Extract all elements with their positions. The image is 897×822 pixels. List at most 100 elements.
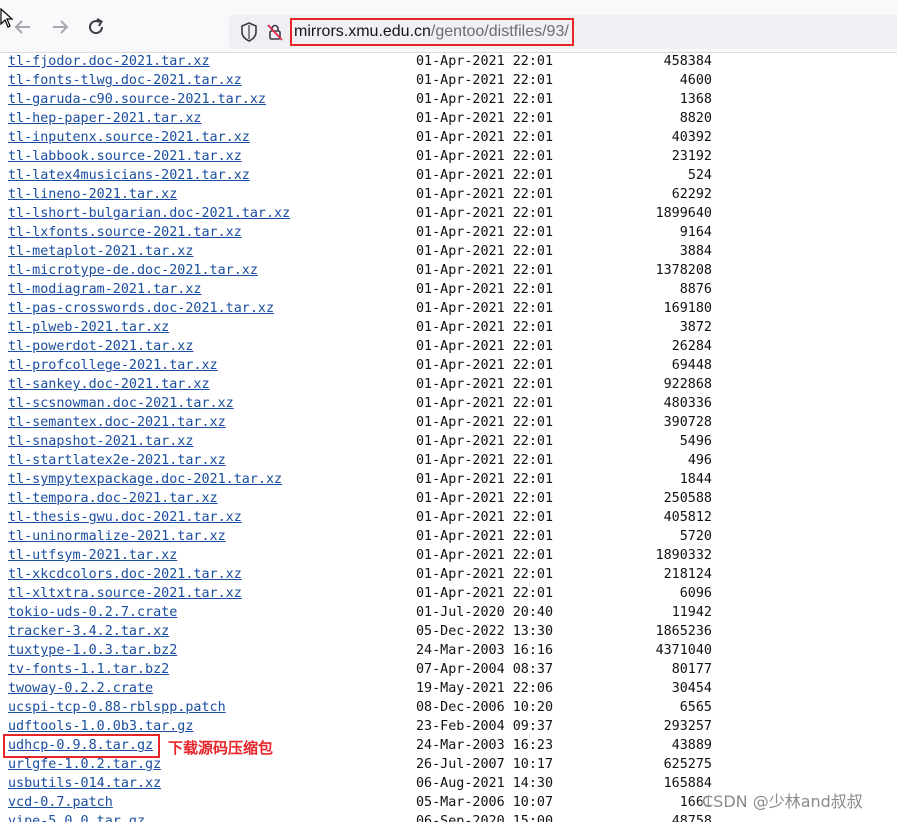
file-link[interactable]: tl-utfsym-2021.tar.xz <box>8 546 177 565</box>
file-date: 01-Apr-2021 22:01 <box>416 263 554 278</box>
table-row: tl-scsnowman.doc-2021.tar.xz 01-Apr-2021 … <box>0 394 897 413</box>
file-date: 01-Apr-2021 22:01 <box>416 225 554 240</box>
file-date: 06-Aug-2021 14:30 <box>416 776 554 791</box>
file-size: 43889 <box>671 738 712 753</box>
file-link[interactable]: tokio-uds-0.2.7.crate <box>8 603 177 622</box>
table-row: tl-garuda-c90.source-2021.tar.xz 01-Apr-2… <box>0 90 897 109</box>
file-date: 01-Apr-2021 22:01 <box>416 453 554 468</box>
file-link[interactable]: tl-snapshot-2021.tar.xz <box>8 432 193 451</box>
file-date: 23-Feb-2004 09:37 <box>416 719 554 734</box>
file-link[interactable]: tl-semantex.doc-2021.tar.xz <box>8 413 226 432</box>
file-date: 01-Apr-2021 22:01 <box>416 244 554 259</box>
file-size: 8876 <box>679 282 712 297</box>
file-size: 496 <box>687 453 712 468</box>
file-date: 24-Mar-2003 16:23 <box>416 738 554 753</box>
file-link[interactable]: tl-garuda-c90.source-2021.tar.xz <box>8 90 266 109</box>
file-link[interactable]: usbutils-014.tar.xz <box>8 774 161 793</box>
file-link[interactable]: tl-latex4musicians-2021.tar.xz <box>8 166 250 185</box>
file-size: 524 <box>687 168 712 183</box>
table-row: tl-powerdot-2021.tar.xz 01-Apr-2021 22:01… <box>0 337 897 356</box>
file-link[interactable]: ucspi-tcp-0.88-rblspp.patch <box>8 698 226 717</box>
file-size: 169180 <box>663 301 712 316</box>
file-size: 69448 <box>671 358 712 373</box>
file-link[interactable]: tl-thesis-gwu.doc-2021.tar.xz <box>8 508 242 527</box>
file-size: 1899640 <box>655 206 712 221</box>
file-size: 1661 <box>679 795 712 810</box>
forward-arrow-icon[interactable] <box>47 14 73 40</box>
file-size: 80177 <box>671 662 712 677</box>
file-link[interactable]: tl-plweb-2021.tar.xz <box>8 318 169 337</box>
file-date: 01-Apr-2021 22:01 <box>416 510 554 525</box>
file-link[interactable]: tl-powerdot-2021.tar.xz <box>8 337 193 356</box>
file-link[interactable]: tl-xltxtra.source-2021.tar.xz <box>8 584 242 603</box>
file-date: 01-Apr-2021 22:01 <box>416 54 554 69</box>
table-row: tv-fonts-1.1.tar.bz2 07-Apr-2004 08:37 801… <box>0 660 897 679</box>
file-date: 24-Mar-2003 16:16 <box>416 643 554 658</box>
file-size: 4371040 <box>655 643 712 658</box>
file-link[interactable]: tl-inputenx.source-2021.tar.xz <box>8 128 250 147</box>
insecure-lock-icon[interactable] <box>265 22 285 42</box>
table-row: tl-semantex.doc-2021.tar.xz 01-Apr-2021 2… <box>0 413 897 432</box>
file-link[interactable]: tl-microtype-de.doc-2021.tar.xz <box>8 261 258 280</box>
file-link[interactable]: tl-xkcdcolors.doc-2021.tar.xz <box>8 565 242 584</box>
file-link[interactable]: tl-hep-paper-2021.tar.xz <box>8 109 201 128</box>
table-row: tl-xltxtra.source-2021.tar.xz 01-Apr-2021… <box>0 584 897 603</box>
file-link[interactable]: tl-scsnowman.doc-2021.tar.xz <box>8 394 234 413</box>
file-date: 01-Apr-2021 22:01 <box>416 434 554 449</box>
file-link[interactable]: tl-modiagram-2021.tar.xz <box>8 280 201 299</box>
file-size: 1865236 <box>655 624 712 639</box>
file-link[interactable]: tl-lxfonts.source-2021.tar.xz <box>8 223 242 242</box>
file-date: 01-Apr-2021 22:01 <box>416 301 554 316</box>
file-date: 01-Apr-2021 22:01 <box>416 111 554 126</box>
file-link[interactable]: tl-lshort-bulgarian.doc-2021.tar.xz <box>8 204 290 223</box>
file-size: 293257 <box>663 719 712 734</box>
file-link[interactable]: tl-labbook.source-2021.tar.xz <box>8 147 242 166</box>
file-size: 1844 <box>679 472 712 487</box>
file-size: 48758 <box>671 814 712 822</box>
file-link[interactable]: tl-fjodor.doc-2021.tar.xz <box>8 52 210 71</box>
url-text[interactable]: mirrors.xmu.edu.cn/gentoo/distfiles/93/ <box>294 22 569 42</box>
file-link[interactable]: tl-metaplot-2021.tar.xz <box>8 242 193 261</box>
file-link[interactable]: tv-fonts-1.1.tar.bz2 <box>8 660 169 679</box>
file-link[interactable]: twoway-0.2.2.crate <box>8 679 153 698</box>
file-size: 23192 <box>671 149 712 164</box>
file-link[interactable]: tl-fonts-tlwg.doc-2021.tar.xz <box>8 71 242 90</box>
table-row: tl-lxfonts.source-2021.tar.xz 01-Apr-2021… <box>0 223 897 242</box>
file-size: 8820 <box>679 111 712 126</box>
file-size: 6096 <box>679 586 712 601</box>
file-link[interactable]: vcd-0.7.patch <box>8 793 113 812</box>
file-link[interactable]: tracker-3.4.2.tar.xz <box>8 622 169 641</box>
back-arrow-icon[interactable] <box>10 14 36 40</box>
file-link[interactable]: tl-pas-crosswords.doc-2021.tar.xz <box>8 299 274 318</box>
file-link[interactable]: vipe-5.0.0.tar.gz <box>8 812 145 822</box>
file-link[interactable]: tl-startlatex2e-2021.tar.xz <box>8 451 226 470</box>
file-link[interactable]: tl-profcollege-2021.tar.xz <box>8 356 218 375</box>
file-size: 625275 <box>663 757 712 772</box>
file-size: 250588 <box>663 491 712 506</box>
file-link[interactable]: tl-tempora.doc-2021.tar.xz <box>8 489 218 508</box>
table-row: tl-metaplot-2021.tar.xz 01-Apr-2021 22:01… <box>0 242 897 261</box>
file-date: 01-Apr-2021 22:01 <box>416 206 554 221</box>
table-row: tl-sympytexpackage.doc-2021.tar.xz 01-Apr… <box>0 470 897 489</box>
table-row: tl-lshort-bulgarian.doc-2021.tar.xz 01-Ap… <box>0 204 897 223</box>
file-link[interactable]: tl-lineno-2021.tar.xz <box>8 185 177 204</box>
reload-icon[interactable] <box>83 14 109 40</box>
url-path: /gentoo/distfiles/93/ <box>430 23 569 40</box>
file-date: 01-Apr-2021 22:01 <box>416 358 554 373</box>
file-size: 165884 <box>663 776 712 791</box>
file-date: 01-Apr-2021 22:01 <box>416 491 554 506</box>
table-row: tokio-uds-0.2.7.crate 01-Jul-2020 20:40 11… <box>0 603 897 622</box>
file-link[interactable]: tl-sympytexpackage.doc-2021.tar.xz <box>8 470 282 489</box>
table-row: tl-microtype-de.doc-2021.tar.xz 01-Apr-20… <box>0 261 897 280</box>
url-host: mirrors.xmu.edu.cn <box>294 23 431 40</box>
table-row: tl-fonts-tlwg.doc-2021.tar.xz 01-Apr-2021… <box>0 71 897 90</box>
table-row: tl-startlatex2e-2021.tar.xz 01-Apr-2021 2… <box>0 451 897 470</box>
file-date: 01-Apr-2021 22:01 <box>416 339 554 354</box>
file-link[interactable]: tl-sankey.doc-2021.tar.xz <box>8 375 210 394</box>
table-row: tl-thesis-gwu.doc-2021.tar.xz 01-Apr-2021… <box>0 508 897 527</box>
file-size: 1378208 <box>655 263 712 278</box>
shield-icon[interactable] <box>240 22 258 42</box>
file-link[interactable]: tl-uninormalize-2021.tar.xz <box>8 527 226 546</box>
file-link[interactable]: tuxtype-1.0.3.tar.bz2 <box>8 641 177 660</box>
table-row: tl-snapshot-2021.tar.xz 01-Apr-2021 22:01… <box>0 432 897 451</box>
